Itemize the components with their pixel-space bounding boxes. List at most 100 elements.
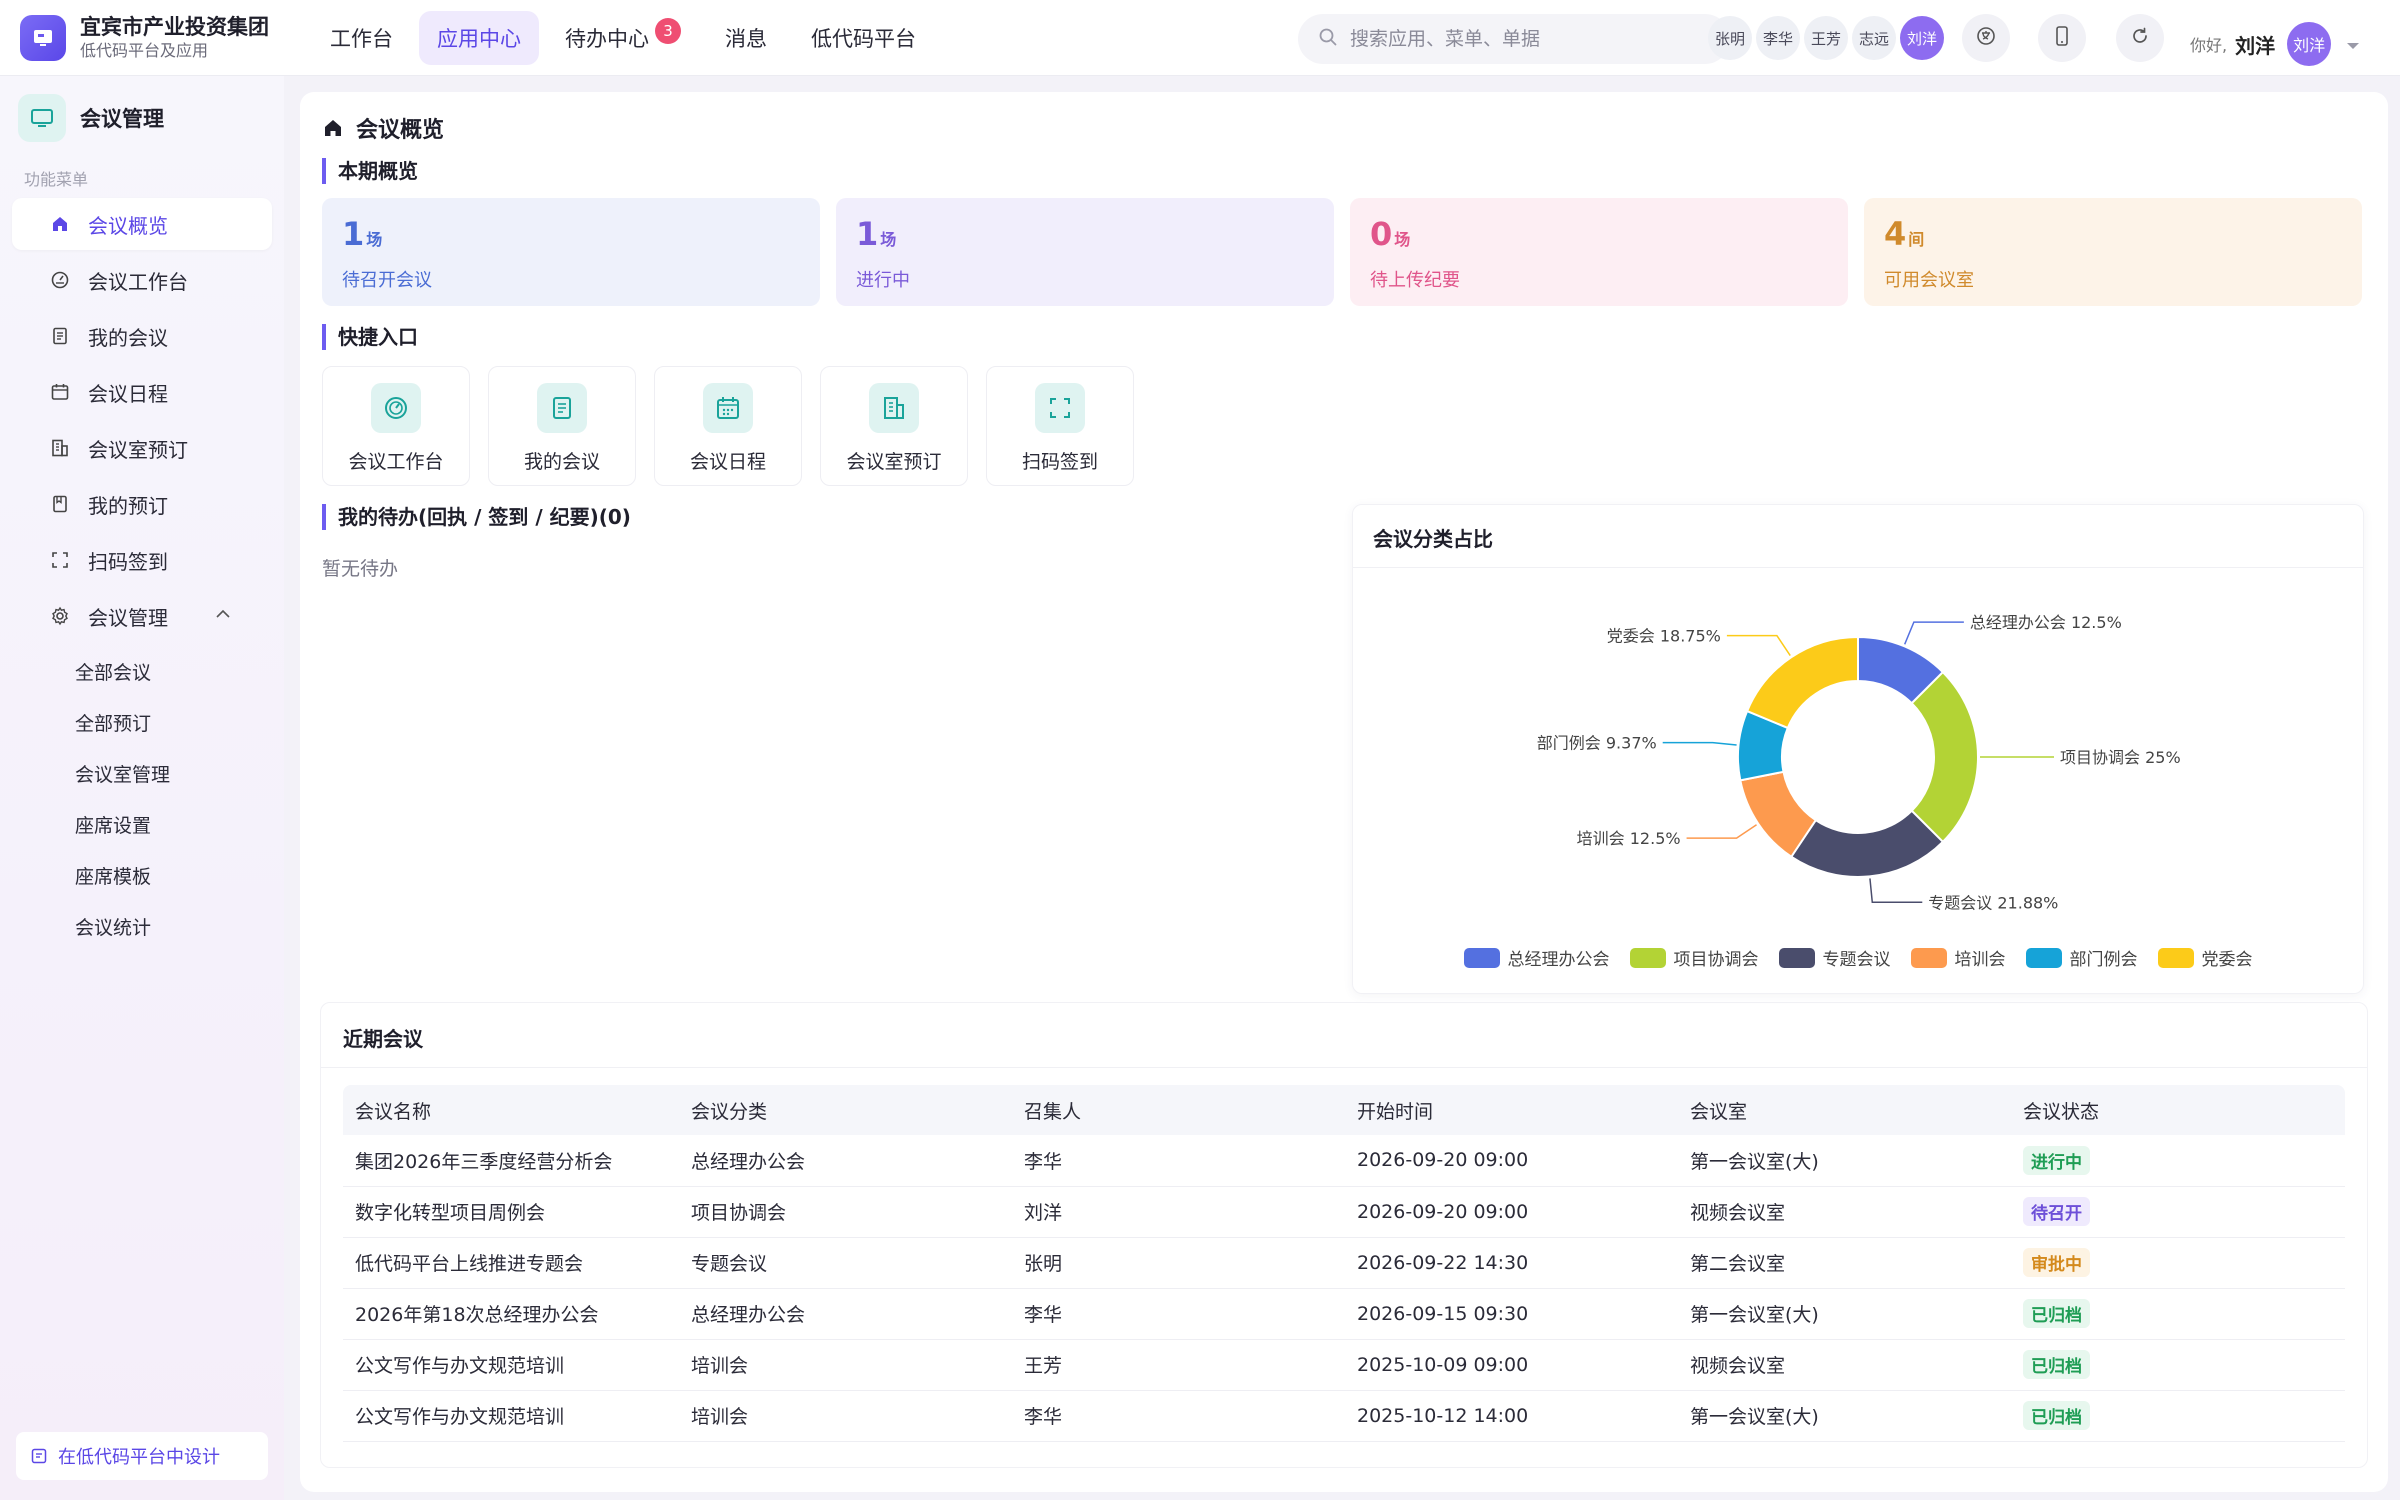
stat-card-upcoming[interactable]: 1场 待召开会议: [322, 198, 820, 306]
design-in-lowcode-button[interactable]: 在低代码平台中设计: [16, 1432, 268, 1480]
sidebar-subitem-all-bookings[interactable]: 全部预订: [0, 697, 284, 748]
status-badge: 待召开: [2023, 1197, 2090, 1226]
nav-messages[interactable]: 消息: [707, 11, 785, 65]
user-name: 刘洋: [2235, 33, 2276, 58]
sidebar-subitem-room-management[interactable]: 会议室管理: [0, 748, 284, 799]
user-chip-zhiyuan[interactable]: 志远: [1852, 16, 1896, 60]
scan-icon: [1035, 383, 1085, 433]
legend-item[interactable]: 专题会议: [1778, 945, 1891, 970]
scan-icon: [48, 548, 72, 572]
cell-start: 2026-09-15 09:30: [1345, 1288, 1678, 1340]
user-chip-lihua[interactable]: 李华: [1756, 16, 1800, 60]
table-row[interactable]: 公文写作与办文规范培训 培训会 李华 2025-10-12 14:00 第一会议室(大)…: [343, 1390, 2345, 1442]
sidebar-item-my-bookings[interactable]: 我的预订: [12, 478, 272, 530]
bookmark-icon: [48, 492, 72, 516]
sidebar-subitem-seat-templates[interactable]: 座席模板: [0, 850, 284, 901]
quick-workbench[interactable]: 会议工作台: [322, 366, 470, 486]
user-greeting[interactable]: 你好, 刘洋 刘洋: [2190, 22, 2361, 66]
column-header-start-time[interactable]: 开始时间: [1345, 1085, 1678, 1135]
pie-data-label: 专题会议 21.88%: [1928, 893, 2058, 912]
cell-start: 2025-10-09 09:00: [1345, 1339, 1678, 1391]
legend-item[interactable]: 培训会: [1910, 945, 2006, 970]
nav-todo-center[interactable]: 待办中心 3: [547, 11, 699, 65]
app-logo-icon: [20, 14, 66, 61]
gear-icon: [48, 604, 72, 628]
pie-leader-line: [1903, 621, 1964, 645]
chevron-up-icon[interactable]: [214, 604, 232, 628]
cell-name: 数字化转型项目周例会: [343, 1186, 679, 1238]
greeting-text: 你好,: [2190, 36, 2228, 55]
column-header-category[interactable]: 会议分类: [679, 1085, 1012, 1135]
legend-item[interactable]: 总经理办公会: [1463, 945, 1610, 970]
sidebar-item-overview[interactable]: 会议概览: [12, 198, 272, 250]
quick-room-booking[interactable]: 会议室预订: [820, 366, 968, 486]
pie-leader-line: [1662, 741, 1737, 746]
status-badge: 审批中: [2023, 1248, 2090, 1277]
column-header-status[interactable]: 会议状态: [2011, 1085, 2345, 1135]
user-chip-zhangming[interactable]: 张明: [1708, 16, 1752, 60]
legend-item[interactable]: 项目协调会: [1629, 945, 1759, 970]
status-badge: 已归档: [2023, 1350, 2090, 1379]
legend-label: 部门例会: [2069, 950, 2138, 970]
sidebar-item-my-meetings[interactable]: 我的会议: [12, 310, 272, 362]
legend-item[interactable]: 党委会: [2157, 945, 2253, 970]
legend-label: 项目协调会: [1673, 950, 1759, 970]
pie-slice[interactable]: [1745, 635, 1859, 730]
table-row[interactable]: 公文写作与办文规范培训 培训会 王芳 2025-10-09 09:00 视频会议室 已归档: [343, 1339, 2345, 1391]
sidebar-item-room-booking[interactable]: 会议室预订: [12, 422, 272, 474]
pie-leader-line: [1686, 824, 1757, 839]
stat-card-available-rooms[interactable]: 4间 可用会议室: [1864, 198, 2362, 306]
cell-category: 总经理办公会: [679, 1288, 1012, 1340]
table-row[interactable]: 数字化转型项目周例会 项目协调会 刘洋 2026-09-20 09:00 视频会议室 待召…: [343, 1186, 2345, 1238]
pie-leader-line: [1869, 878, 1923, 904]
search-input[interactable]: [1350, 28, 1710, 50]
chevron-down-icon[interactable]: [2345, 32, 2361, 56]
quick-schedule[interactable]: 会议日程: [654, 366, 802, 486]
column-header-host[interactable]: 召集人: [1012, 1085, 1345, 1135]
todo-count-badge: 3: [655, 17, 681, 44]
cell-name: 公文写作与办文规范培训: [343, 1339, 679, 1391]
cell-start: 2026-09-20 09:00: [1345, 1186, 1678, 1238]
nav-workbench[interactable]: 工作台: [312, 11, 411, 65]
global-search[interactable]: [1298, 14, 1730, 64]
brand[interactable]: 宜宾市产业投资集团 低代码平台及应用: [20, 14, 300, 62]
cell-room: 第一会议室(大): [1678, 1288, 2011, 1340]
home-icon: [48, 212, 72, 236]
avatar[interactable]: 刘洋: [2287, 22, 2332, 66]
nav-lowcode-platform[interactable]: 低代码平台: [793, 11, 934, 65]
sidebar-item-schedule[interactable]: 会议日程: [12, 366, 272, 418]
pie-slice[interactable]: [1910, 670, 1979, 844]
cell-status: 待召开: [2011, 1186, 2345, 1238]
legend-swatch: [2157, 947, 2194, 968]
stat-card-minutes-pending[interactable]: 0场 待上传纪要: [1350, 198, 1848, 306]
sidebar-subitem-all-meetings[interactable]: 全部会议: [0, 646, 284, 697]
sidebar: 会议管理 功能菜单 会议概览 会议工作台 我的会议 会议日程 会议室预订 我的预…: [0, 76, 284, 1500]
chart-legend: 总经理办公会 项目协调会 专题会议 培训会 部门例会 党委会: [1353, 945, 2363, 970]
cell-category: 培训会: [679, 1390, 1012, 1442]
column-header-room[interactable]: 会议室: [1678, 1085, 2011, 1135]
user-chip-liuyang[interactable]: 刘洋: [1900, 16, 1944, 60]
sidebar-subitem-seat-settings[interactable]: 座席设置: [0, 799, 284, 850]
recent-meetings-title: 近期会议: [343, 1027, 423, 1051]
mobile-button[interactable]: [2038, 14, 2086, 62]
table-row[interactable]: 2026年第18次总经理办公会 总经理办公会 李华 2026-09-15 09:30 第…: [343, 1288, 2345, 1340]
user-chip-wangfang[interactable]: 王芳: [1804, 16, 1848, 60]
table-row[interactable]: 低代码平台上线推进专题会 专题会议 张明 2026-09-22 14:30 第二会议室审…: [343, 1237, 2345, 1289]
sidebar-subitem-statistics[interactable]: 会议统计: [0, 901, 284, 952]
refresh-button[interactable]: [2116, 14, 2164, 62]
column-header-name[interactable]: 会议名称: [343, 1085, 679, 1135]
nav-app-center[interactable]: 应用中心: [419, 10, 539, 65]
legend-item[interactable]: 部门例会: [2025, 945, 2138, 970]
translate-button[interactable]: [1962, 14, 2010, 62]
page-title: 会议概览: [322, 112, 444, 144]
stat-value: 1: [856, 215, 879, 253]
stat-card-in-progress[interactable]: 1场 进行中: [836, 198, 1334, 306]
cell-status: 已归档: [2011, 1390, 2345, 1442]
table-row[interactable]: 集团2026年三季度经营分析会 总经理办公会 李华 2026-09-20 09:00 第…: [343, 1135, 2345, 1187]
quick-my-meetings[interactable]: 我的会议: [488, 366, 636, 486]
sidebar-item-workbench[interactable]: 会议工作台: [12, 254, 272, 306]
quick-scan-checkin[interactable]: 扫码签到: [986, 366, 1134, 486]
cell-name: 公文写作与办文规范培训: [343, 1390, 679, 1442]
sidebar-item-scan-checkin[interactable]: 扫码签到: [12, 534, 272, 586]
sidebar-item-meeting-management[interactable]: 会议管理: [12, 590, 272, 642]
